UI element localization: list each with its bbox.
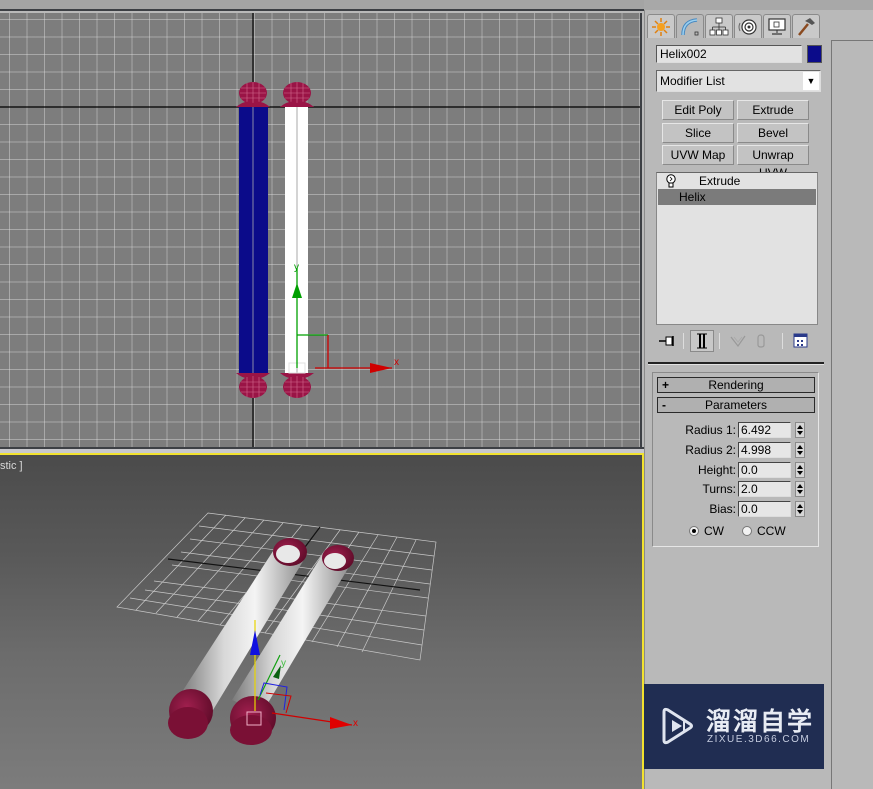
stack-item-label: Helix: [679, 190, 706, 204]
gizmo-y-label-persp: y: [281, 658, 286, 669]
lightbulb-icon[interactable]: [665, 174, 677, 188]
object-name-field[interactable]: Helix002: [656, 45, 802, 63]
hierarchy-icon: [709, 17, 729, 35]
make-unique-icon[interactable]: [728, 330, 748, 352]
rollout-title: Parameters: [704, 398, 768, 412]
stack-item-helix[interactable]: Helix: [658, 189, 816, 205]
watermark-banner: 溜溜自学 ZIXUE.3D66.COM: [644, 684, 824, 769]
height-label: Height:: [697, 463, 736, 477]
motion-icon: [738, 18, 757, 35]
remove-modifier-icon[interactable]: [752, 330, 770, 352]
height-input[interactable]: 0.0: [738, 462, 791, 478]
modifier-stack: Extrude Helix: [656, 172, 818, 325]
3dsmax-window: x y stic ] x y Helix002 Modifier List ▼ …: [0, 0, 873, 789]
tab-utilities[interactable]: [792, 14, 820, 38]
stack-item-label: Extrude: [699, 174, 741, 188]
bias-spinner[interactable]: [795, 501, 805, 517]
command-panel: Helix002 Modifier List ▼ Edit Poly Extru…: [644, 10, 825, 789]
bias-param: Bias: 0.0: [657, 501, 817, 517]
radius2-input[interactable]: 4.998: [738, 442, 791, 458]
command-panel-tabs: [647, 14, 820, 38]
height-spinner[interactable]: [795, 462, 805, 478]
turns-input[interactable]: 2.0: [738, 481, 791, 497]
edit-poly-button[interactable]: Edit Poly: [662, 100, 734, 120]
gizmo-x-label: x: [394, 357, 399, 368]
watermark-url: ZIXUE.3D66.COM: [707, 734, 811, 745]
perspective-scene: x y: [116, 512, 437, 745]
ccw-label: CCW: [757, 524, 786, 538]
gizmo-x-arrow-persp: [330, 717, 352, 729]
extrude-button[interactable]: Extrude: [737, 100, 809, 120]
unwrap-uvw-button[interactable]: Unwrap UVW: [737, 145, 809, 180]
turns-param: Turns: 2.0: [657, 481, 817, 497]
gizmo-y-label: y: [294, 262, 299, 273]
rollout-title: Rendering: [708, 378, 764, 392]
parameters-rollout-header[interactable]: - Parameters: [657, 397, 815, 413]
bias-label: Bias:: [709, 502, 736, 516]
create-sun-icon: [652, 17, 670, 36]
radius1-spinner[interactable]: [795, 422, 805, 438]
tab-motion[interactable]: [734, 14, 762, 38]
perspective-viewport[interactable]: stic ] x y: [0, 453, 644, 789]
configure-modifier-sets-icon[interactable]: [790, 330, 812, 352]
cw-label: CW: [704, 524, 724, 538]
expand-icon: +: [662, 378, 670, 392]
cw-radio[interactable]: CW: [689, 524, 724, 538]
tab-create[interactable]: [647, 14, 675, 38]
modify-arc-icon: [681, 17, 699, 35]
utilities-hammer-icon: [798, 17, 815, 36]
tab-hierarchy[interactable]: [705, 14, 733, 38]
panel-scroll-area: [825, 10, 873, 789]
play-logo-icon: [662, 707, 693, 745]
panel-separator: [648, 362, 824, 365]
radius2-label: Radius 2:: [685, 443, 736, 457]
rendering-rollout-header[interactable]: + Rendering: [657, 377, 815, 393]
radius1-label: Radius 1:: [685, 423, 736, 437]
tab-display[interactable]: [763, 14, 791, 38]
uvw-map-button[interactable]: UVW Map: [662, 145, 734, 165]
radius1-param: Radius 1: 6.492: [657, 422, 817, 438]
turns-label: Turns:: [702, 482, 736, 496]
object-color-swatch[interactable]: [807, 45, 822, 63]
stack-item-extrude[interactable]: Extrude: [657, 173, 817, 189]
collapse-icon: -: [662, 398, 666, 412]
bevel-button[interactable]: Bevel: [737, 123, 809, 143]
display-monitor-icon: [768, 17, 786, 35]
radius2-spinner[interactable]: [795, 442, 805, 458]
pin-stack-icon[interactable]: [656, 330, 678, 352]
top-viewport[interactable]: x y: [0, 13, 642, 447]
bias-input[interactable]: 0.0: [738, 501, 791, 517]
gizmo-x-arrow: [370, 363, 392, 373]
modifier-list-dropdown[interactable]: Modifier List ▼: [656, 70, 821, 92]
ccw-radio[interactable]: CCW: [742, 524, 786, 538]
tab-modify[interactable]: [676, 14, 704, 38]
radius2-param: Radius 2: 4.998: [657, 442, 817, 458]
radio-button-unchecked[interactable]: [742, 526, 752, 536]
turns-spinner[interactable]: [795, 481, 805, 497]
slice-button[interactable]: Slice: [662, 123, 734, 143]
watermark-title: 溜溜自学: [706, 708, 815, 736]
gizmo-x-label-persp: x: [353, 718, 358, 729]
top-viewport-scene: x y: [0, 13, 640, 447]
stack-toolbar: [656, 330, 821, 352]
radio-button-checked[interactable]: [689, 526, 699, 536]
transform-gizmo-top[interactable]: x y: [292, 262, 399, 373]
viewport-top-border: [0, 0, 644, 11]
helix-object-blue: [236, 82, 270, 398]
modifier-list-label: Modifier List: [660, 74, 725, 88]
height-param: Height: 0.0: [657, 462, 817, 478]
chevron-down-icon[interactable]: ▼: [803, 72, 819, 90]
radius1-input[interactable]: 6.492: [738, 422, 791, 438]
panel-top-strip: [644, 0, 873, 10]
show-end-result-icon[interactable]: [690, 330, 714, 352]
